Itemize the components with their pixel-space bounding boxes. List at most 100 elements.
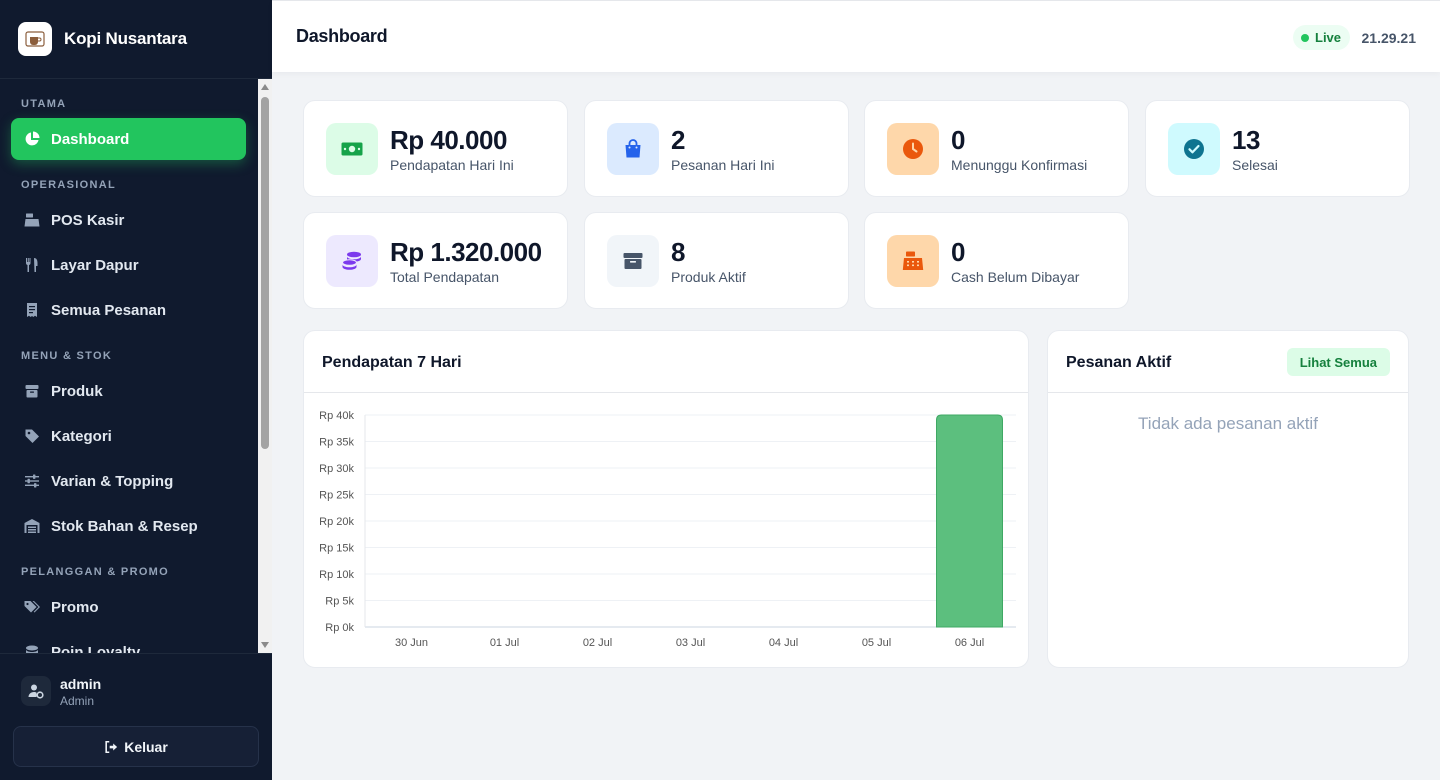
sidebar-item-promo[interactable]: Promo	[11, 586, 246, 628]
sliders-icon	[23, 472, 41, 490]
box-icon	[23, 382, 41, 400]
y-tick-label: Rp 10k	[319, 569, 354, 581]
stat-card-pesanan-hari-ini: 2 Pesanan Hari Ini	[584, 100, 849, 197]
stat-label: Pesanan Hari Ini	[671, 157, 775, 173]
clock: 21.29.21	[1361, 30, 1417, 46]
sidebar-nav-container: UTAMA Dashboard OPERASIONAL POS Kasir La…	[0, 79, 272, 653]
scroll-up-arrow-icon[interactable]	[261, 84, 269, 90]
stat-card-menunggu-konfirmasi: 0 Menunggu Konfirmasi	[864, 100, 1129, 197]
sidebar-item-label: Promo	[51, 598, 99, 616]
section-label-utama: UTAMA	[21, 98, 67, 110]
coins-icon	[23, 643, 41, 653]
sidebar-item-label: Produk	[51, 382, 103, 400]
logout-label: Keluar	[124, 738, 168, 755]
orders-panel-title: Pesanan Aktif	[1066, 354, 1172, 371]
sidebar-item-produk[interactable]: Produk	[11, 370, 246, 412]
y-tick-label: Rp 15k	[319, 543, 354, 555]
stat-value: 0	[951, 237, 965, 267]
user-role: Admin	[60, 694, 95, 708]
empty-orders-message: Tidak ada pesanan aktif	[1138, 414, 1318, 433]
section-label-menu-stok: MENU & STOK	[21, 350, 113, 362]
stat-card-cash-belum-dibayar: 0 Cash Belum Dibayar	[864, 212, 1129, 309]
scroll-down-arrow-icon[interactable]	[261, 642, 269, 648]
view-all-button[interactable]: Lihat Semua	[1286, 348, 1390, 376]
shopping-bag-icon	[607, 123, 659, 175]
stat-card-total-pendapatan: Rp 1.320.000 Total Pendapatan	[303, 212, 568, 309]
y-tick-label: Rp 35k	[319, 437, 354, 449]
sidebar-item-stok-bahan-resep[interactable]: Stok Bahan & Resep	[11, 505, 246, 547]
x-tick-label: 30 Jun	[395, 637, 428, 649]
panel-divider	[1048, 392, 1408, 393]
live-label: Live	[1315, 30, 1342, 45]
sidebar-scrollbar[interactable]	[258, 79, 272, 653]
tags-icon	[23, 598, 41, 616]
sidebar-nav: UTAMA Dashboard OPERASIONAL POS Kasir La…	[0, 79, 258, 653]
sidebar-item-kategori[interactable]: Kategori	[11, 415, 246, 457]
stat-label: Total Pendapatan	[390, 269, 499, 285]
sidebar-item-poin-loyalty[interactable]: Poin Loyalty	[11, 631, 246, 653]
logout-button[interactable]: Keluar	[13, 726, 259, 767]
sidebar-item-label: Stok Bahan & Resep	[51, 517, 198, 535]
stat-value: Rp 1.320.000	[390, 237, 542, 267]
page-title: Dashboard	[296, 26, 388, 46]
cash-register-icon	[887, 235, 939, 287]
x-tick-label: 02 Jul	[583, 637, 612, 649]
x-tick-label: 01 Jul	[490, 637, 519, 649]
stat-value: 8	[671, 237, 685, 267]
x-tick-label: 03 Jul	[676, 637, 705, 649]
sidebar-item-varian-topping[interactable]: Varian & Topping	[11, 460, 246, 502]
stat-value: 2	[671, 125, 685, 155]
stat-label: Pendapatan Hari Ini	[390, 157, 514, 173]
revenue-panel-title: Pendapatan 7 Hari	[322, 354, 462, 371]
stat-card-pendapatan-hari-ini: Rp 40.000 Pendapatan Hari Ini	[303, 100, 568, 197]
x-tick-label: 04 Jul	[769, 637, 798, 649]
x-tick-label: 06 Jul	[955, 637, 984, 649]
sidebar: Kopi Nusantara UTAMA Dashboard OPERASION…	[0, 0, 272, 780]
sign-out-icon	[105, 740, 118, 753]
scrollbar-thumb[interactable]	[261, 97, 269, 449]
sidebar-item-label: POS Kasir	[51, 211, 125, 229]
sidebar-item-dashboard[interactable]: Dashboard	[11, 118, 246, 160]
stat-value: 0	[951, 125, 965, 155]
sidebar-item-label: Poin Loyalty	[51, 643, 141, 654]
stat-label: Produk Aktif	[671, 269, 746, 285]
sidebar-item-label: Semua Pesanan	[51, 301, 167, 319]
cash-register-icon	[23, 211, 41, 229]
live-dot-icon	[1301, 33, 1309, 42]
stat-label: Cash Belum Dibayar	[951, 269, 1080, 285]
stat-label: Selesai	[1232, 157, 1278, 173]
y-tick-label: Rp 25k	[319, 490, 354, 502]
pie-chart-icon	[23, 130, 41, 148]
y-tick-label: Rp 0k	[325, 622, 354, 634]
sidebar-item-label: Dashboard	[51, 130, 130, 148]
sidebar-item-label: Kategori	[51, 427, 112, 445]
revenue-bar-chart: Rp 0k Rp 5k Rp 10k Rp 15k Rp 20k Rp 25k Rp 30k…	[319, 410, 1016, 649]
coins-icon	[326, 235, 378, 287]
x-tick-label: 05 Jul	[862, 637, 891, 649]
y-tick-label: Rp 5k	[325, 596, 354, 608]
y-tick-label: Rp 30k	[319, 463, 354, 475]
sidebar-item-layar-dapur[interactable]: Layar Dapur	[11, 244, 246, 286]
topbar: Dashboard Live 21.29.21	[272, 0, 1440, 72]
sidebar-item-label: Varian & Topping	[51, 472, 174, 490]
revenue-chart-panel: Pendapatan 7 Hari Rp 0k Rp 5k Rp 10k Rp 15k…	[303, 330, 1029, 668]
user-panel: admin Admin Keluar	[0, 653, 272, 780]
stat-card-produk-aktif: 8 Produk Aktif	[584, 212, 849, 309]
active-orders-panel: Pesanan Aktif Lihat Semua Tidak ada pesa…	[1047, 330, 1409, 668]
clock-icon	[887, 123, 939, 175]
y-tick-label: Rp 40k	[319, 410, 354, 422]
receipt-icon	[23, 301, 41, 319]
stat-label: Menunggu Konfirmasi	[951, 157, 1088, 173]
sidebar-item-semua-pesanan[interactable]: Semua Pesanan	[11, 289, 246, 331]
brand-name: Kopi Nusantara	[64, 29, 187, 48]
tag-icon	[23, 427, 41, 445]
stat-value: 13	[1232, 125, 1260, 155]
section-label-pelanggan-promo: PELANGGAN & PROMO	[21, 566, 169, 578]
sidebar-item-pos-kasir[interactable]: POS Kasir	[11, 199, 246, 241]
avatar	[21, 676, 51, 706]
user-name: admin	[60, 676, 102, 692]
box-icon	[607, 235, 659, 287]
brand[interactable]: Kopi Nusantara	[0, 0, 272, 79]
user-gear-icon	[28, 684, 44, 699]
check-circle-icon	[1168, 123, 1220, 175]
